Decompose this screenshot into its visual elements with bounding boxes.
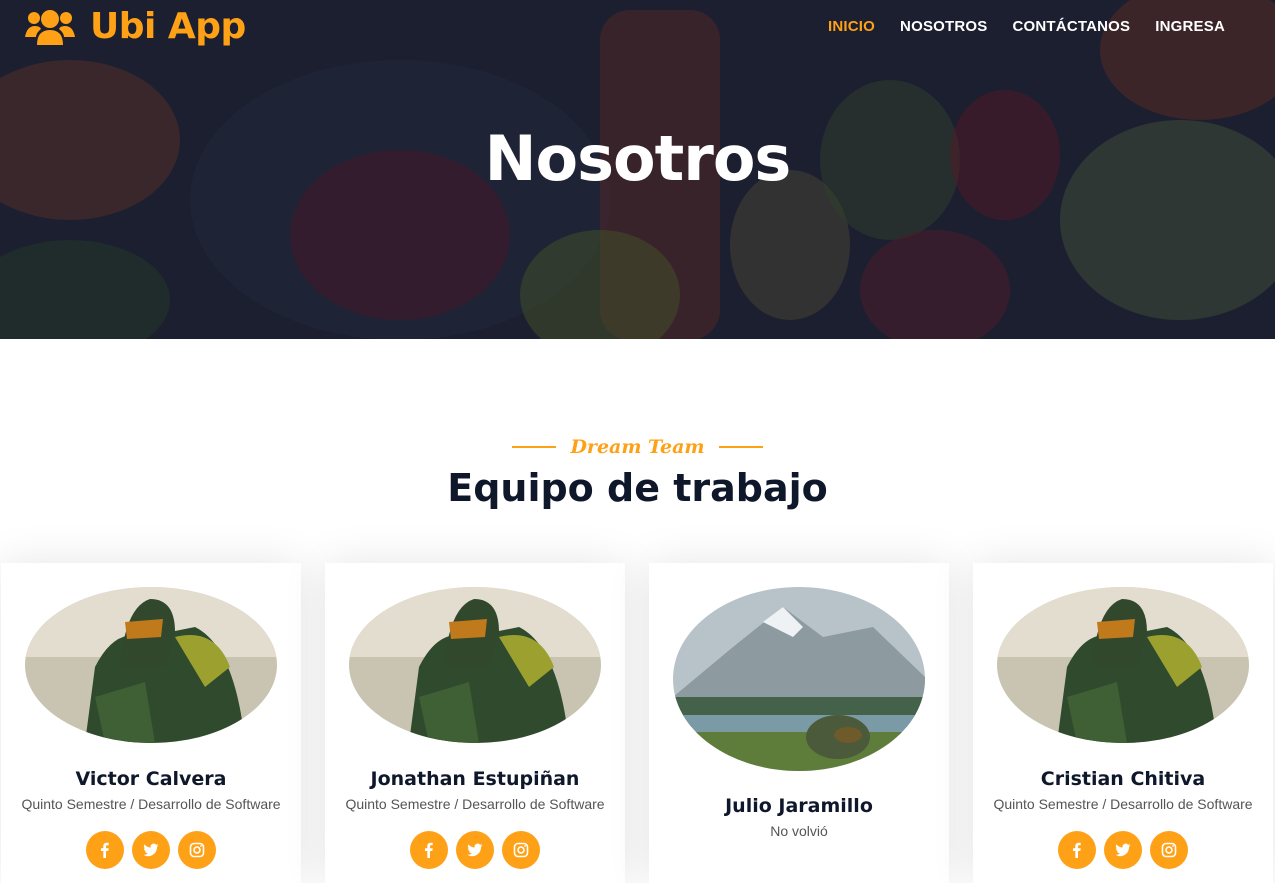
team-member-photo xyxy=(349,587,601,743)
nav-inicio[interactable]: INICIO xyxy=(828,18,875,35)
main-nav: INICIO NOSOTROS CONTÁCTANOS INGRESA xyxy=(828,18,1225,35)
team-card: Victor Calvera Quinto Semestre / Desarro… xyxy=(1,563,301,883)
team-member-name: Cristian Chitiva xyxy=(1040,768,1206,790)
brand-name: Ubi App xyxy=(90,6,246,47)
twitter-icon[interactable] xyxy=(456,831,494,869)
team-member-role: Quinto Semestre / Desarrollo de Software xyxy=(993,796,1253,812)
nav-ingresa[interactable]: INGRESA xyxy=(1155,18,1225,35)
instagram-icon[interactable] xyxy=(1150,831,1188,869)
nav-nosotros[interactable]: NOSOTROS xyxy=(900,18,987,35)
team-card: Julio Jaramillo No volvió xyxy=(649,563,949,883)
twitter-icon[interactable] xyxy=(132,831,170,869)
team-member-role: No volvió xyxy=(770,823,828,839)
facebook-icon[interactable] xyxy=(1058,831,1096,869)
facebook-icon[interactable] xyxy=(410,831,448,869)
team-member-photo xyxy=(25,587,277,743)
social-links xyxy=(1,831,301,869)
social-links xyxy=(973,831,1273,869)
team-member-photo xyxy=(673,587,925,771)
team-card: Cristian Chitiva Quinto Semestre / Desar… xyxy=(973,563,1273,883)
section-title: Equipo de trabajo xyxy=(447,466,828,510)
team-card: Jonathan Estupiñan Quinto Semestre / Des… xyxy=(325,563,625,883)
team-member-photo xyxy=(997,587,1249,743)
team-member-name: Julio Jaramillo xyxy=(725,795,873,817)
team-member-name: Jonathan Estupiñan xyxy=(370,768,580,790)
twitter-icon[interactable] xyxy=(1104,831,1142,869)
brand-logo[interactable]: Ubi App xyxy=(24,6,246,47)
nav-contactanos[interactable]: CONTÁCTANOS xyxy=(1013,18,1131,35)
team-member-role: Quinto Semestre / Desarrollo de Software xyxy=(345,796,605,812)
team-member-name: Victor Calvera xyxy=(75,768,227,790)
navbar: Ubi App INICIO NOSOTROS CONTÁCTANOS INGR… xyxy=(0,0,1275,56)
facebook-icon[interactable] xyxy=(86,831,124,869)
page-title: Nosotros xyxy=(484,122,792,195)
instagram-icon[interactable] xyxy=(502,831,540,869)
divider-line xyxy=(718,446,763,448)
team-member-role: Quinto Semestre / Desarrollo de Software xyxy=(21,796,281,812)
instagram-icon[interactable] xyxy=(178,831,216,869)
social-links xyxy=(325,831,625,869)
divider-line xyxy=(512,446,557,448)
section-subtitle-text: Dream Team xyxy=(570,436,705,458)
section-subtitle: Dream Team xyxy=(0,436,1275,458)
users-icon xyxy=(25,9,75,45)
